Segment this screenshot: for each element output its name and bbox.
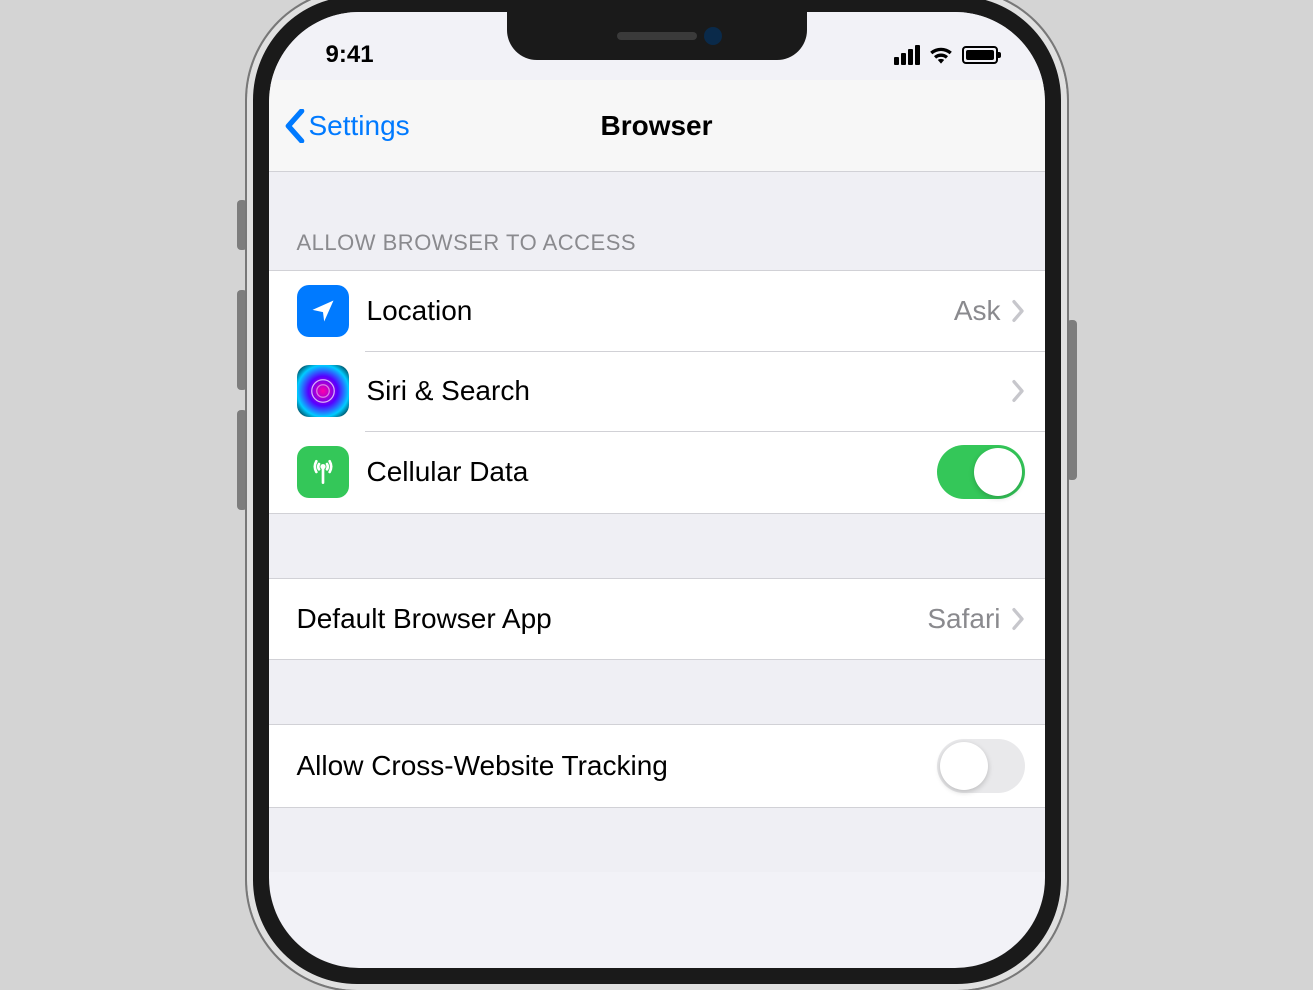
section-header-access: ALLOW BROWSER TO ACCESS	[269, 172, 1045, 270]
row-location[interactable]: Location Ask	[269, 271, 1045, 351]
chevron-left-icon	[285, 109, 305, 143]
row-cross-website-tracking: Allow Cross-Website Tracking	[269, 725, 1045, 807]
chevron-right-icon	[1011, 607, 1025, 631]
cellular-data-toggle[interactable]	[937, 445, 1025, 499]
back-button[interactable]: Settings	[285, 109, 410, 143]
earpiece-speaker	[617, 32, 697, 40]
notch	[507, 12, 807, 60]
side-button	[1067, 320, 1077, 480]
siri-icon	[297, 365, 349, 417]
mute-switch	[237, 200, 247, 250]
navigation-bar: Settings Browser	[269, 80, 1045, 172]
row-value: Ask	[954, 295, 1001, 327]
location-icon	[297, 285, 349, 337]
row-label: Allow Cross-Website Tracking	[297, 750, 937, 782]
row-label: Siri & Search	[367, 375, 1011, 407]
chevron-right-icon	[1011, 299, 1025, 323]
page-title: Browser	[600, 110, 712, 142]
iphone-device-mockup: 9:41 Set	[247, 0, 1067, 990]
row-value: Safari	[927, 603, 1000, 635]
row-label: Location	[367, 295, 954, 327]
status-time: 9:41	[311, 41, 374, 69]
volume-down-button	[237, 410, 247, 510]
cross-site-tracking-toggle[interactable]	[937, 739, 1025, 793]
chevron-right-icon	[1011, 379, 1025, 403]
row-label: Cellular Data	[367, 456, 937, 488]
cellular-antenna-icon	[297, 446, 349, 498]
screen: 9:41 Set	[269, 12, 1045, 968]
cellular-signal-icon	[894, 45, 920, 65]
row-default-browser[interactable]: Default Browser App Safari	[269, 579, 1045, 659]
volume-up-button	[237, 290, 247, 390]
row-siri-search[interactable]: Siri & Search	[269, 351, 1045, 431]
wifi-icon	[928, 45, 954, 65]
front-camera	[704, 27, 722, 45]
battery-icon	[962, 46, 998, 64]
row-cellular-data: Cellular Data	[269, 431, 1045, 513]
row-label: Default Browser App	[297, 603, 928, 635]
back-label: Settings	[309, 110, 410, 142]
